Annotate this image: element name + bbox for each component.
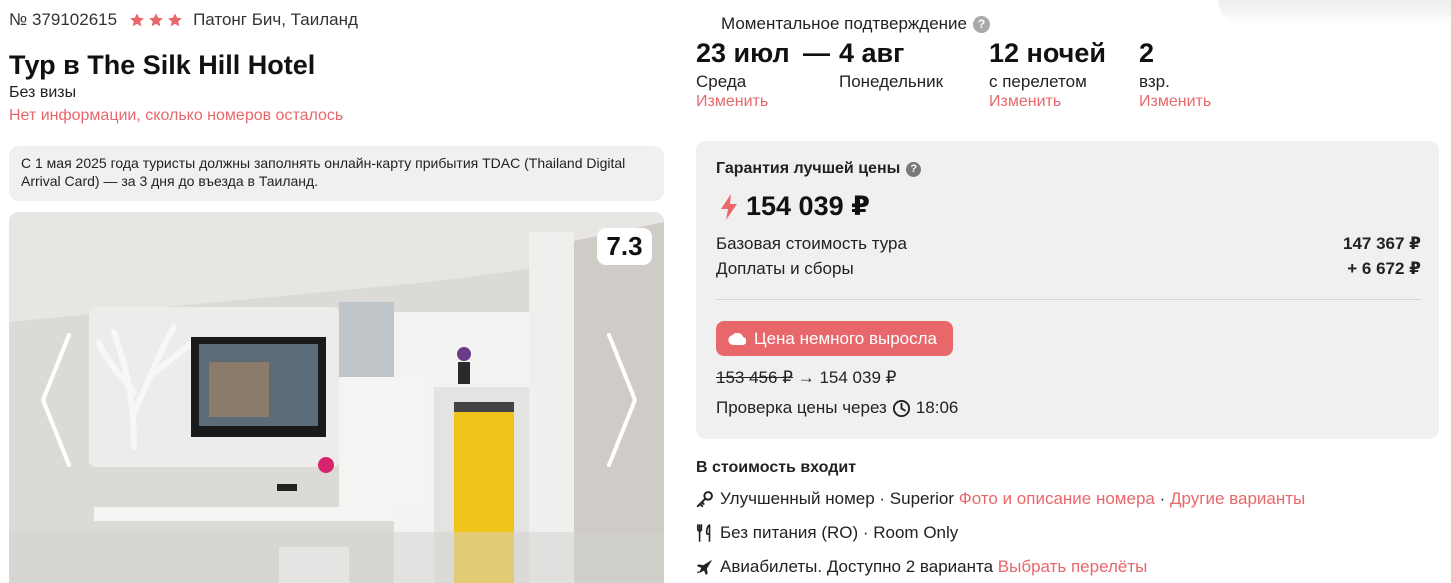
included-flight: Авиабилеты. Доступно 2 варианта Выбрать … xyxy=(696,557,1147,577)
prev-photo-icon[interactable] xyxy=(37,330,77,470)
cutlery-icon xyxy=(696,524,711,542)
price-check: Проверка цены через 18:06 xyxy=(716,398,958,418)
old-price: 153 456 ₽ xyxy=(716,368,793,387)
included-room: Улучшенный номер · Superior Фото и описа… xyxy=(696,489,1305,509)
base-cost-value: 147 367 ₽ xyxy=(1342,234,1421,253)
next-photo-icon[interactable] xyxy=(601,330,641,470)
instant-confirmation: Моментальное подтверждение ? xyxy=(721,14,991,34)
key-icon xyxy=(696,491,713,508)
adults-block: 2 взр. Изменить xyxy=(1139,38,1211,111)
star-rating xyxy=(129,12,183,28)
page-title: Тур в The Silk Hill Hotel xyxy=(9,50,316,80)
price-increased-badge: Цена немного выросла xyxy=(716,321,954,356)
total-price: 154 039 ₽ xyxy=(720,191,870,222)
price-check-time: 18:06 xyxy=(915,398,959,417)
room-other-options-link[interactable]: Другие варианты xyxy=(1170,489,1305,509)
tour-number: № 379102615 xyxy=(9,10,118,29)
meal-text: Без питания (RO) · Room Only xyxy=(720,523,959,542)
clock-icon xyxy=(892,399,910,417)
help-icon[interactable]: ? xyxy=(973,15,991,33)
fees-row: Доплаты и сборы + 6 672 ₽ xyxy=(716,259,1421,279)
rooms-availability-note: Нет информации, сколько номеров осталось xyxy=(9,107,344,124)
adults-sub: взр. xyxy=(1139,72,1170,91)
price-guarantee-label: Гарантия лучшей цены xyxy=(716,160,901,177)
date-from-day: Среда xyxy=(696,72,747,91)
change-tourists-link[interactable]: Изменить xyxy=(1139,93,1211,111)
price-card: Гарантия лучшей цены ? 154 039 ₽ Базовая… xyxy=(696,141,1439,439)
adults-count: 2 xyxy=(1139,38,1155,68)
header-shadow xyxy=(1218,0,1451,25)
fees-label: Доплаты и сборы xyxy=(716,259,854,278)
room-photo-illustration xyxy=(9,212,664,583)
tdac-notice: С 1 мая 2025 года туристы должны заполня… xyxy=(9,146,664,201)
nights-count: 12 ночей xyxy=(989,38,1106,68)
instant-confirmation-label: Моментальное подтверждение xyxy=(721,14,968,33)
flight-text: Авиабилеты. Доступно 2 варианта xyxy=(720,557,994,576)
price-guarantee: Гарантия лучшей цены ? xyxy=(716,160,922,178)
date-from: 23 июл xyxy=(696,38,790,68)
base-cost-label: Базовая стоимость тура xyxy=(716,234,907,253)
new-price: 154 039 ₽ xyxy=(819,368,897,387)
help-icon[interactable]: ? xyxy=(906,161,922,177)
fees-value: + 6 672 ₽ xyxy=(1347,259,1421,278)
date-to-block: 4 авг Понедельник xyxy=(839,38,943,92)
rating-badge: 7.3 xyxy=(597,228,652,265)
cloud-icon xyxy=(728,332,746,345)
hotel-location[interactable]: Патонг Бич, Таиланд xyxy=(193,10,358,30)
date-to: 4 авг xyxy=(839,38,905,68)
choose-flights-link[interactable]: Выбрать перелёты xyxy=(998,557,1148,577)
nights-sub: с перелетом xyxy=(989,72,1087,91)
price-increased-label: Цена немного выросла xyxy=(754,328,938,348)
total-price-value: 154 039 ₽ xyxy=(746,191,870,221)
room-separator: · xyxy=(1159,489,1166,508)
date-to-day: Понедельник xyxy=(839,72,944,91)
lightning-icon xyxy=(721,193,737,220)
airplane-icon xyxy=(696,559,713,576)
hotel-photo[interactable] xyxy=(9,212,664,583)
hotel-meta: № 379102615 Патонг Бич, Таиланд xyxy=(9,10,358,30)
change-nights-link[interactable]: Изменить xyxy=(989,93,1106,111)
price-arrow: → xyxy=(797,368,815,387)
change-dates-link[interactable]: Изменить xyxy=(696,93,790,111)
price-check-label: Проверка цены через xyxy=(716,398,887,417)
included-meal: Без питания (RO) · Room Only xyxy=(696,523,958,543)
star-icon xyxy=(149,13,163,27)
price-change: 153 456 ₽ → 154 039 ₽ xyxy=(716,368,896,388)
room-photo-link[interactable]: Фото и описание номера xyxy=(959,489,1155,509)
date-dash: — xyxy=(803,38,830,68)
star-icon xyxy=(168,13,182,27)
price-divider xyxy=(716,299,1421,300)
date-from-block: 23 июл Среда Изменить xyxy=(696,38,790,111)
nights-block: 12 ночей с перелетом Изменить xyxy=(989,38,1106,111)
included-title: В стоимость входит xyxy=(696,459,857,476)
room-text: Улучшенный номер · Superior xyxy=(720,489,955,508)
base-cost-row: Базовая стоимость тура 147 367 ₽ xyxy=(716,234,1421,254)
star-icon xyxy=(130,13,144,27)
visa-info: Без визы xyxy=(9,84,77,101)
